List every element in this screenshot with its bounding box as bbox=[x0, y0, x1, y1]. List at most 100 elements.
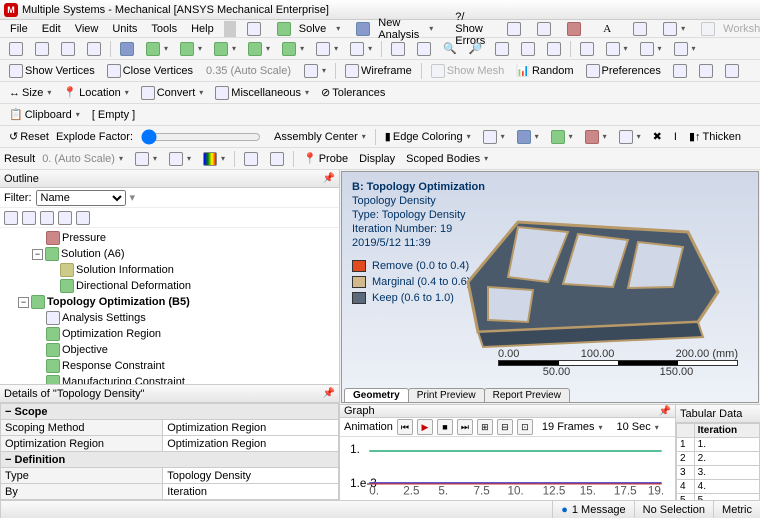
probe-button[interactable]: 📍Probe bbox=[298, 150, 353, 168]
toolbar-icon[interactable] bbox=[500, 20, 528, 38]
select-icon[interactable] bbox=[345, 40, 377, 58]
anim-last-icon[interactable]: ⏭ bbox=[457, 419, 473, 435]
tree-item[interactable]: Pressure bbox=[4, 230, 335, 246]
tree-item[interactable]: Optimization Region bbox=[4, 326, 335, 342]
tree-tool-icon[interactable] bbox=[4, 211, 18, 225]
thicken-button[interactable]: ▮↑ Thicken bbox=[684, 128, 746, 146]
toolbar-icon[interactable] bbox=[720, 62, 744, 80]
toolbar-icon[interactable] bbox=[694, 62, 718, 80]
show-vertices-button[interactable]: Show Vertices bbox=[4, 62, 100, 80]
worksheet-button[interactable]: Worksheet bbox=[694, 20, 760, 38]
toolbar-icon[interactable] bbox=[656, 20, 692, 38]
select-icon[interactable] bbox=[175, 40, 207, 58]
view-icon[interactable] bbox=[669, 40, 701, 58]
convert-dropdown[interactable]: Convert bbox=[136, 84, 209, 102]
toolbar-icon[interactable] bbox=[668, 62, 692, 80]
pin-icon[interactable]: 📌 bbox=[323, 173, 335, 184]
tree-item[interactable]: Directional Deformation bbox=[4, 278, 335, 294]
anim-play-icon[interactable]: ▶ bbox=[417, 419, 433, 435]
explode-slider[interactable] bbox=[141, 129, 261, 145]
show-mesh-button[interactable]: Show Mesh bbox=[426, 62, 509, 80]
status-messages[interactable]: ●1 Message bbox=[552, 501, 633, 518]
edge-coloring-dropdown[interactable]: ▮ Edge Coloring bbox=[380, 128, 476, 146]
anim-mode-icon[interactable]: ⊡ bbox=[517, 419, 533, 435]
location-dropdown[interactable]: 📍 Location bbox=[58, 84, 133, 102]
result-icon[interactable] bbox=[239, 150, 263, 168]
details-value[interactable]: Optimization Region bbox=[163, 436, 339, 452]
edge-style[interactable]: I bbox=[669, 128, 682, 146]
result-icon[interactable] bbox=[164, 150, 196, 168]
edge-style[interactable]: ✖ bbox=[648, 128, 667, 146]
details-value[interactable]: Iteration bbox=[163, 484, 339, 500]
nav-icon[interactable] bbox=[412, 40, 436, 58]
tree-item[interactable]: Solution Information bbox=[4, 262, 335, 278]
random-button[interactable]: 📊 Random bbox=[511, 62, 578, 80]
toolbar-icon[interactable] bbox=[530, 20, 558, 38]
tolerances-button[interactable]: ⊘ Tolerances bbox=[316, 84, 390, 102]
show-errors-button[interactable]: ?/ Show Errors bbox=[442, 20, 498, 38]
select-icon[interactable] bbox=[277, 40, 309, 58]
tree-item[interactable]: Response Constraint bbox=[4, 358, 335, 374]
details-value[interactable]: Topology Density bbox=[163, 468, 339, 484]
view-icon[interactable] bbox=[575, 40, 599, 58]
view-icon[interactable] bbox=[4, 40, 28, 58]
pin-icon[interactable]: 📌 bbox=[659, 406, 671, 417]
tab-print-preview[interactable]: Print Preview bbox=[408, 388, 485, 402]
anim-mode-icon[interactable]: ⊞ bbox=[477, 419, 493, 435]
view-icon[interactable] bbox=[635, 40, 667, 58]
filter-select[interactable]: Name bbox=[36, 190, 126, 206]
tree-tool-icon[interactable] bbox=[22, 211, 36, 225]
tree-tool-icon[interactable] bbox=[76, 211, 90, 225]
toolbar-icon[interactable] bbox=[626, 20, 654, 38]
pin-icon[interactable]: 📌 bbox=[323, 388, 335, 399]
result-icon[interactable] bbox=[265, 150, 289, 168]
select-icon[interactable] bbox=[141, 40, 173, 58]
preferences-button[interactable]: Preferences bbox=[581, 62, 666, 80]
assembly-center-dropdown[interactable]: Assembly Center bbox=[269, 128, 371, 146]
scoped-bodies-dropdown[interactable]: Scoped Bodies bbox=[401, 150, 493, 168]
select-icon[interactable] bbox=[115, 40, 139, 58]
zoom-icon[interactable]: 🔎 bbox=[464, 40, 488, 58]
edge-style[interactable] bbox=[546, 128, 578, 146]
sec-dropdown[interactable]: 10 Sec bbox=[612, 418, 664, 436]
tree-item[interactable]: Analysis Settings bbox=[4, 310, 335, 326]
wireframe-button[interactable]: Wireframe bbox=[340, 62, 417, 80]
edge-style[interactable] bbox=[614, 128, 646, 146]
menu-file[interactable]: File bbox=[4, 23, 34, 35]
size-dropdown[interactable]: ↔ Size bbox=[4, 84, 56, 102]
solve-button[interactable]: Solve bbox=[270, 20, 348, 38]
details-value[interactable]: Optimization Region bbox=[163, 420, 339, 436]
menu-help[interactable]: Help bbox=[185, 23, 220, 35]
empty-button[interactable]: [ Empty ] bbox=[87, 106, 140, 124]
nav-icon[interactable] bbox=[386, 40, 410, 58]
anim-mode-icon[interactable]: ⊟ bbox=[497, 419, 513, 435]
zoom-icon[interactable] bbox=[516, 40, 540, 58]
toolbar-icon[interactable]: A bbox=[590, 20, 624, 38]
tab-report-preview[interactable]: Report Preview bbox=[484, 388, 570, 402]
menu-view[interactable]: View bbox=[69, 23, 105, 35]
tree-item-solution[interactable]: −Solution (A6) bbox=[4, 246, 335, 262]
view-icon[interactable] bbox=[56, 40, 80, 58]
tree-tool-icon[interactable] bbox=[58, 211, 72, 225]
anim-first-icon[interactable]: ⏮ bbox=[397, 419, 413, 435]
zoom-icon[interactable] bbox=[490, 40, 514, 58]
zoom-icon[interactable] bbox=[542, 40, 566, 58]
result-icon[interactable] bbox=[198, 150, 230, 168]
toolbar-icon[interactable] bbox=[240, 20, 268, 38]
reset-button[interactable]: ↺ Reset bbox=[4, 128, 54, 146]
graph-plot[interactable]: 1. 1.e-3 0.2.55.7.510.12.515.17.519. bbox=[340, 437, 675, 501]
clipboard-dropdown[interactable]: 📋 Clipboard bbox=[4, 106, 85, 124]
outline-tree[interactable]: Pressure −Solution (A6) Solution Informa… bbox=[0, 228, 339, 384]
close-vertices-button[interactable]: Close Vertices bbox=[102, 62, 198, 80]
viewport-3d[interactable]: B: Topology Optimization Topology Densit… bbox=[341, 171, 759, 403]
edge-style[interactable] bbox=[580, 128, 612, 146]
select-icon[interactable] bbox=[311, 40, 343, 58]
menu-edit[interactable]: Edit bbox=[36, 23, 67, 35]
scale-dropdown[interactable] bbox=[299, 62, 331, 80]
result-icon[interactable] bbox=[130, 150, 162, 168]
tree-item[interactable]: Objective bbox=[4, 342, 335, 358]
menu-tools[interactable]: Tools bbox=[145, 23, 183, 35]
menu-units[interactable]: Units bbox=[106, 23, 143, 35]
view-icon[interactable] bbox=[30, 40, 54, 58]
tab-geometry[interactable]: Geometry bbox=[344, 388, 409, 402]
